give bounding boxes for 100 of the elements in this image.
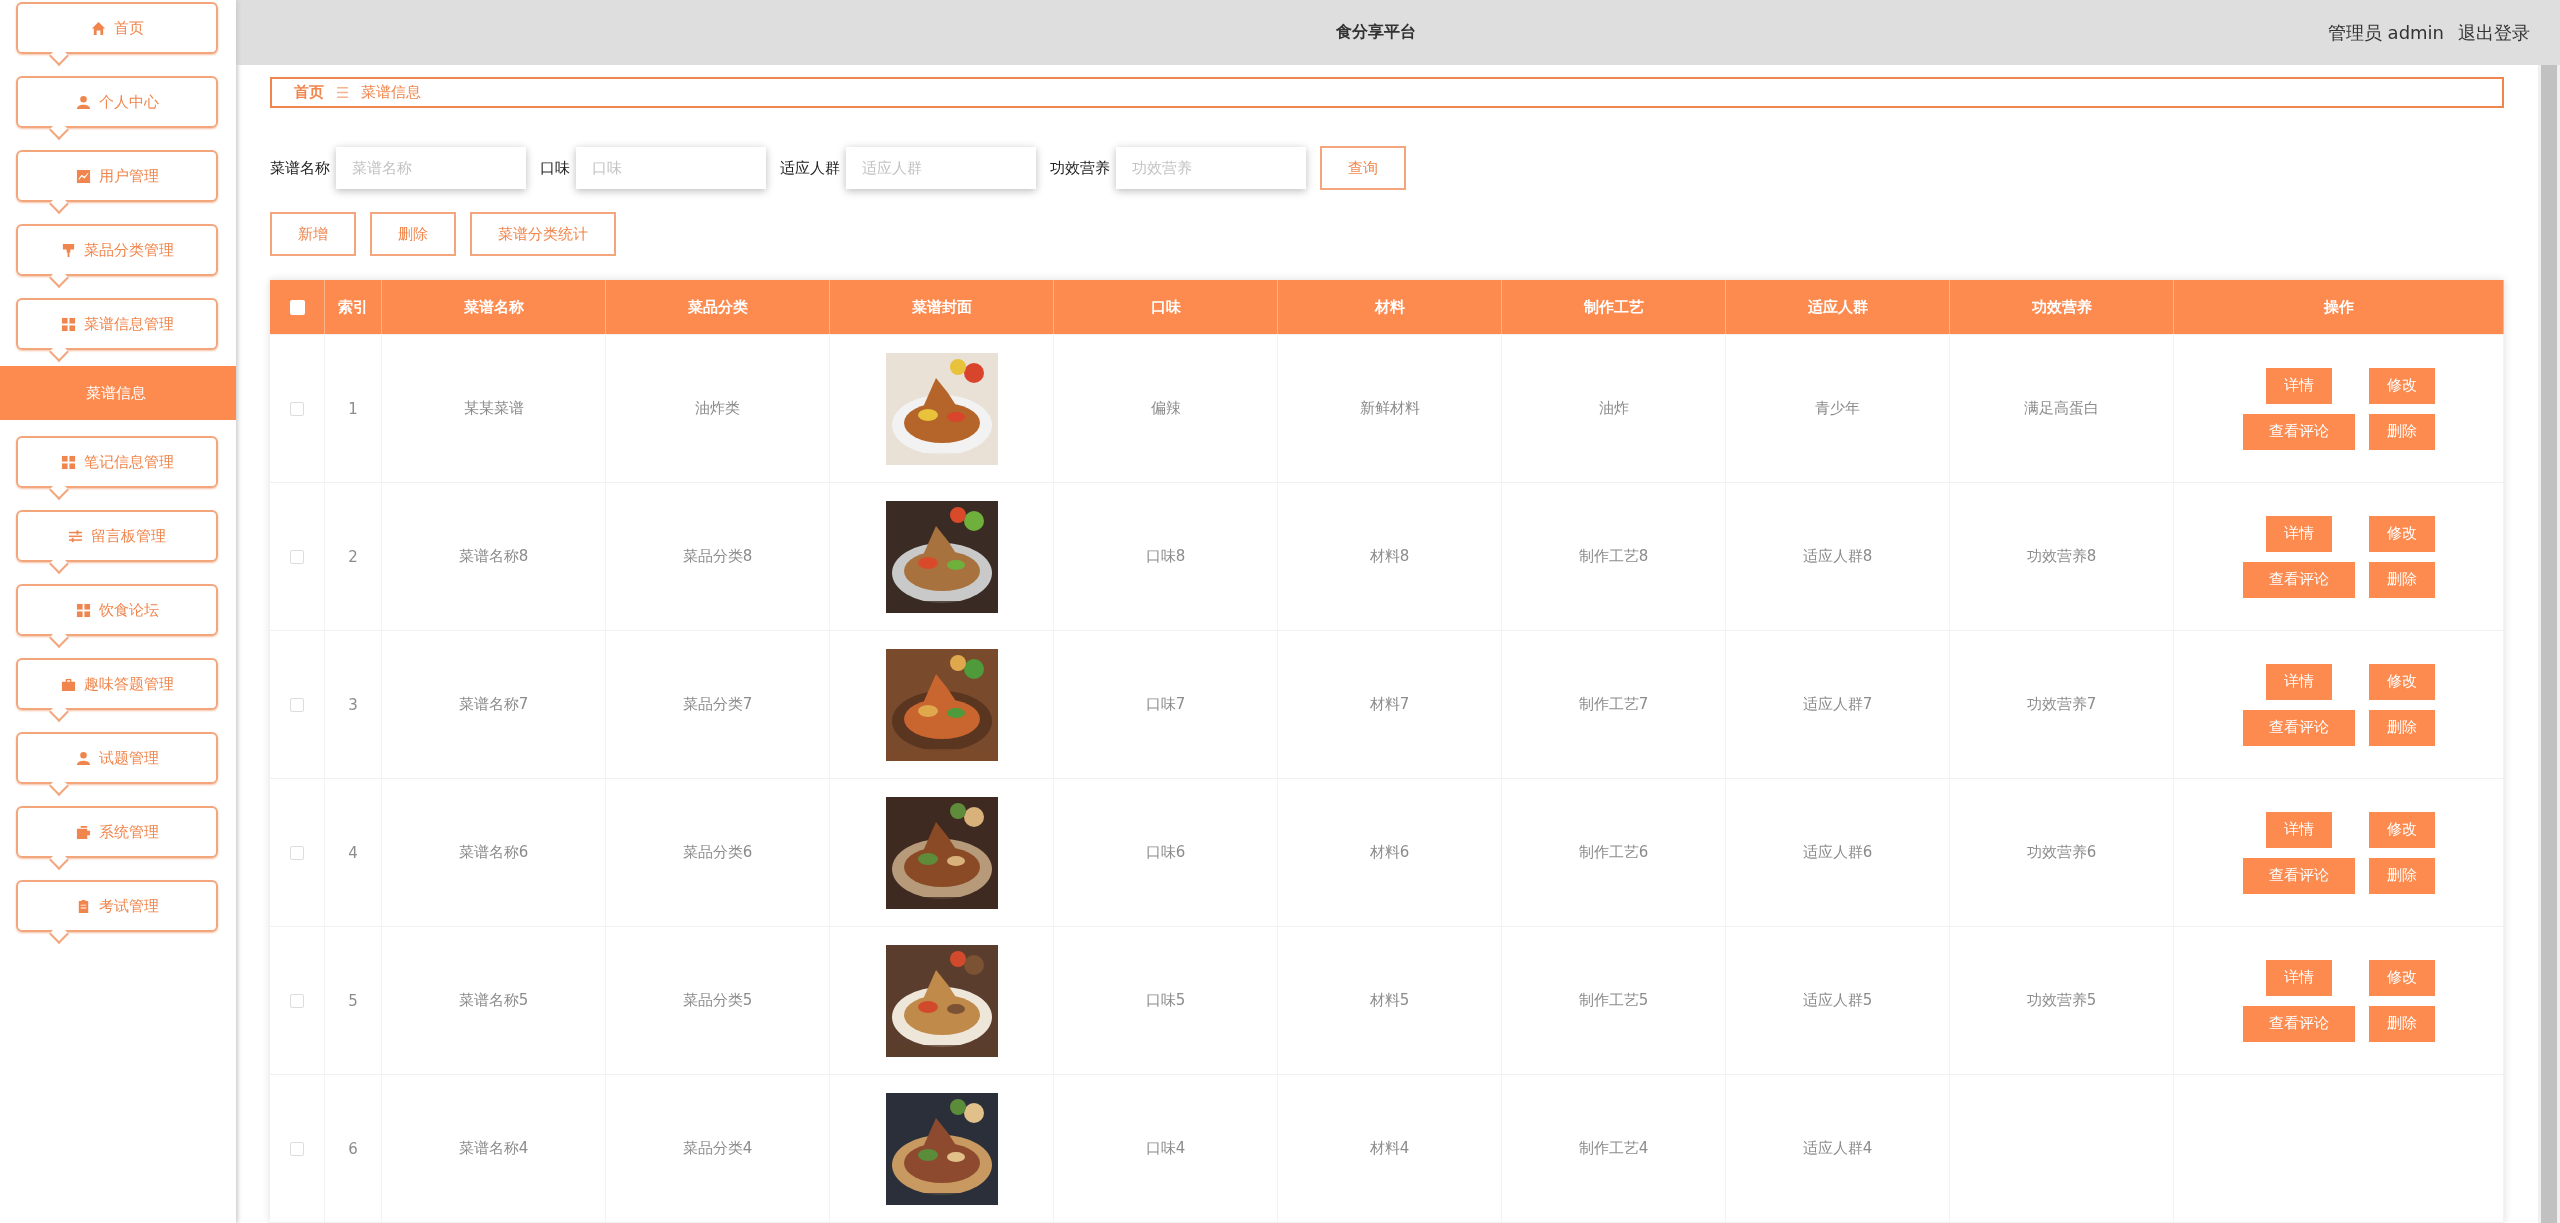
table-cell: 适应人群6 — [1802, 843, 1873, 862]
table-cell: 1 — [348, 399, 358, 418]
wallet-icon — [75, 824, 91, 840]
row-action-button[interactable]: 查看评论 — [2242, 709, 2355, 746]
row-checkbox[interactable] — [290, 993, 304, 1008]
scrollbar[interactable] — [2538, 65, 2560, 1223]
row-action-button[interactable]: 详情 — [2265, 663, 2332, 700]
table-cell: 制作工艺4 — [1578, 1139, 1649, 1158]
table-cell: 材料5 — [1369, 991, 1410, 1010]
column-header: 菜品分类 — [606, 280, 830, 334]
table-cell: 口味7 — [1145, 695, 1186, 714]
row-action-button[interactable]: 查看评论 — [2242, 1005, 2355, 1042]
row-action-button[interactable]: 详情 — [2265, 367, 2332, 404]
row-action-button[interactable]: 修改 — [2368, 811, 2435, 848]
table-cell: 新鲜材料 — [1359, 399, 1420, 418]
action-button[interactable]: 删除 — [370, 212, 456, 256]
table-cell: 功效营养7 — [2026, 695, 2097, 714]
table-cell: 口味8 — [1145, 547, 1186, 566]
table-cell: 适应人群4 — [1802, 1139, 1873, 1158]
table-cell: 某某菜谱 — [463, 399, 524, 418]
table-cell: 口味5 — [1145, 991, 1186, 1010]
table-cell: 菜品分类5 — [682, 991, 753, 1010]
table-cell: 6 — [348, 1139, 358, 1158]
row-action-button[interactable]: 修改 — [2368, 515, 2435, 552]
row-action-button[interactable]: 删除 — [2368, 561, 2435, 598]
table-cell: 2 — [348, 547, 358, 566]
table-cell: 制作工艺5 — [1578, 991, 1649, 1010]
grid-icon — [60, 454, 76, 470]
table-cell: 制作工艺7 — [1578, 695, 1649, 714]
row-action-button[interactable]: 详情 — [2265, 959, 2332, 996]
field-label: 适应人群 — [780, 158, 840, 178]
action-button[interactable]: 菜谱分类统计 — [470, 212, 616, 256]
grid-icon — [75, 602, 91, 618]
search-field[interactable]: 功效营养 — [1116, 147, 1306, 189]
field-label: 菜谱名称 — [270, 158, 330, 178]
app-title: 食分享平台 — [1336, 22, 1416, 43]
row-checkbox[interactable] — [290, 845, 304, 860]
table-cell: 菜品分类7 — [682, 695, 753, 714]
column-header: 功效营养 — [1950, 280, 2174, 334]
row-checkbox[interactable] — [290, 401, 304, 416]
row-action-button[interactable]: 查看评论 — [2242, 413, 2355, 450]
submenu-item[interactable]: 菜谱信息 — [0, 366, 236, 420]
column-header: 口味 — [1054, 280, 1278, 334]
row-checkbox[interactable] — [290, 697, 304, 712]
search-field[interactable]: 适应人群 — [846, 147, 1036, 189]
field-label: 功效营养 — [1050, 158, 1110, 178]
row-action-button[interactable]: 删除 — [2368, 857, 2435, 894]
briefcase-icon — [60, 676, 76, 692]
select-all-checkbox[interactable] — [289, 299, 305, 315]
person-icon — [75, 94, 91, 110]
column-header: 菜谱封面 — [830, 280, 1054, 334]
table-cell: 5 — [348, 991, 358, 1010]
field-label: 口味 — [540, 158, 570, 178]
table-cell: 菜谱名称7 — [458, 695, 529, 714]
action-button[interactable]: 新增 — [270, 212, 356, 256]
breadcrumb-current: 菜谱信息 — [361, 83, 422, 102]
table-cell: 功效营养8 — [2026, 547, 2097, 566]
table-cell: 青少年 — [1815, 399, 1860, 418]
row-action-button[interactable]: 删除 — [2368, 709, 2435, 746]
row-action-button[interactable]: 删除 — [2368, 1005, 2435, 1042]
table-cell: 制作工艺6 — [1578, 843, 1649, 862]
breadcrumb-link[interactable]: 首页 — [294, 83, 324, 102]
column-header: 索引 — [325, 280, 382, 334]
search-field[interactable]: 菜谱名称 — [336, 147, 526, 189]
row-checkbox[interactable] — [290, 549, 304, 564]
table-cell: 口味6 — [1145, 843, 1186, 862]
column-header: 适应人群 — [1726, 280, 1950, 334]
row-action-button[interactable]: 修改 — [2368, 663, 2435, 700]
table-cell: 菜谱名称6 — [458, 843, 529, 862]
table-cell: 菜谱名称8 — [458, 547, 529, 566]
table-cell: 油炸 — [1598, 399, 1629, 418]
user-label: 管理员 admin — [2327, 20, 2444, 45]
logout-link[interactable]: 退出登录 — [2458, 20, 2530, 45]
row-checkbox[interactable] — [290, 1141, 304, 1156]
row-action-button[interactable]: 修改 — [2368, 367, 2435, 404]
search-button[interactable]: 查询 — [1320, 146, 1406, 190]
breadcrumb-separator: ☰ — [336, 83, 350, 102]
table-cell: 功效营养5 — [2026, 991, 2097, 1010]
table-cell: 油炸类 — [695, 399, 740, 418]
table-cell: 适应人群5 — [1802, 991, 1873, 1010]
column-header: 菜谱名称 — [382, 280, 606, 334]
table-cell: 制作工艺8 — [1578, 547, 1649, 566]
table-cell: 适应人群7 — [1802, 695, 1873, 714]
table-cell: 材料7 — [1369, 695, 1410, 714]
table-cell: 功效营养6 — [2026, 843, 2097, 862]
row-action-button[interactable]: 查看评论 — [2242, 561, 2355, 598]
row-action-button[interactable]: 详情 — [2265, 515, 2332, 552]
row-action-button[interactable]: 详情 — [2265, 811, 2332, 848]
column-header: 操作 — [2174, 280, 2504, 334]
table-cell: 偏辣 — [1150, 399, 1181, 418]
home-icon — [90, 20, 106, 36]
person-icon — [75, 750, 91, 766]
row-action-button[interactable]: 修改 — [2368, 959, 2435, 996]
table-cell: 4 — [348, 843, 358, 862]
table-cell: 菜品分类8 — [682, 547, 753, 566]
table-cell: 3 — [348, 695, 358, 714]
table-cell: 菜谱名称5 — [458, 991, 529, 1010]
table-cell: 菜品分类6 — [682, 843, 753, 862]
row-action-button[interactable]: 查看评论 — [2242, 857, 2355, 894]
row-action-button[interactable]: 删除 — [2368, 413, 2435, 450]
